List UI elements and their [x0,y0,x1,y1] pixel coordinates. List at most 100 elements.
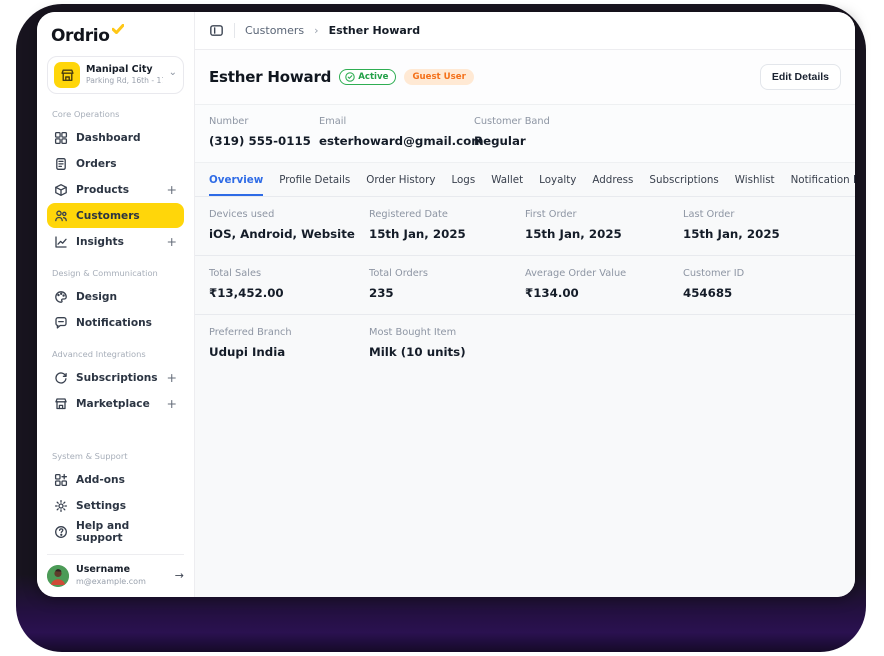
field-value: 454685 [683,286,733,300]
edit-details-button[interactable]: Edit Details [759,64,841,90]
tab-subscriptions[interactable]: Subscriptions [649,174,718,196]
customer-header: Esther Howard Active Guest User Edit Det… [195,50,855,105]
field-label: Devices used [209,209,275,220]
sidebar-item-marketplace[interactable]: Marketplace + [47,391,184,416]
field-label: Total Orders [369,268,428,279]
dark-backdrop: Ordrio Manipal City Parking Rd, 16th - 1… [16,4,866,652]
panel-toggle-icon[interactable] [209,23,224,38]
field-value: Milk (10 units) [369,345,466,359]
sidebar-item-help-and-support[interactable]: Help and support [47,519,184,544]
orders-icon [54,157,68,171]
breadcrumb-current: Esther Howard [328,24,421,37]
overview-details: Devices used iOS, Android, Website Registe… [195,197,855,373]
store-selector[interactable]: Manipal City Parking Rd, 16th - 17th Blo… [47,56,184,94]
field-last-order: Last Order 15th Jan, 2025 [683,209,841,241]
sidebar-item-dashboard[interactable]: Dashboard [47,125,184,150]
field-label: Customer Band [474,116,550,127]
tab-profile-details[interactable]: Profile Details [279,174,350,196]
tab-loyalty[interactable]: Loyalty [539,174,576,196]
sidebar-item-insights[interactable]: Insights + [47,229,184,254]
app-window: Ordrio Manipal City Parking Rd, 16th - 1… [37,12,855,597]
tab-bar: Overview Profile Details Order History Logs… [195,163,855,197]
subscriptions-icon [54,371,68,385]
sidebar-item-products[interactable]: Products + [47,177,184,202]
field-label: First Order [525,209,577,220]
marketplace-icon [54,397,68,411]
field-total-orders: Total Orders 235 [369,268,525,300]
addons-icon [54,473,68,487]
user-profile[interactable]: Username m@example.com → [47,554,184,587]
topbar: Customers › Esther Howard [195,12,855,50]
field-label: Customer ID [683,268,745,279]
help-icon [54,525,68,539]
tab-address[interactable]: Address [592,174,633,196]
arrow-right-icon[interactable]: → [175,569,184,582]
breadcrumb-separator: › [314,24,319,37]
field-value: ₹134.00 [525,286,579,300]
guest-user-badge: Guest User [404,69,474,85]
field-total-sales: Total Sales ₹13,452.00 [209,268,369,300]
insights-icon [54,235,68,249]
field-value: 15th Jan, 2025 [369,227,466,241]
field-label: Most Bought Item [369,327,457,338]
sidebar-item-label: Customers [76,209,140,222]
field-value: esterhoward@gmail.com [319,134,484,148]
field-value: Regular [474,134,526,148]
field-number: Number (319) 555-0115 [209,116,319,148]
sidebar-nav: Core Operations Dashboard Orders Products + C… [47,96,184,545]
field-label: Preferred Branch [209,327,292,338]
tab-notification-history[interactable]: Notification History [791,174,855,196]
section-label: System & Support [52,451,128,462]
field-value: 235 [369,286,394,300]
settings-icon [54,499,68,513]
field-devices-used: Devices used iOS, Android, Website [209,209,369,241]
chevron-down-icon: ⌄ [168,67,177,78]
sidebar-item-label: Products [76,183,130,196]
breadcrumb-customers[interactable]: Customers [245,24,304,37]
field-preferred-branch: Preferred Branch Udupi India [209,327,369,359]
sidebar-item-label: Notifications [76,316,152,329]
sidebar-item-label: Add-ons [76,473,125,486]
topbar-divider [234,23,235,38]
sidebar-item-label: Subscriptions [76,371,158,384]
sidebar-item-notifications[interactable]: Notifications [47,310,184,335]
overview-row-2: Total Sales ₹13,452.00 Total Orders 235 Aver… [195,256,855,315]
sidebar-item-settings[interactable]: Settings [47,493,184,518]
expand-plus-icon[interactable]: + [167,234,177,249]
sidebar-section-system-support: System & Support Add-ons Settings Help and … [47,438,184,545]
customer-name: Esther Howard [209,68,332,86]
sidebar-item-label: Settings [76,499,127,512]
field-label: Number [209,116,249,127]
tab-wallet[interactable]: Wallet [491,174,523,196]
tab-logs[interactable]: Logs [451,174,475,196]
expand-plus-icon[interactable]: + [167,396,177,411]
field-value: Udupi India [209,345,286,359]
field-label: Registered Date [369,209,448,220]
expand-plus-icon[interactable]: + [167,182,177,197]
sidebar-item-design[interactable]: Design [47,284,184,309]
expand-plus-icon[interactable]: + [167,370,177,385]
field-label: Email [319,116,347,127]
sidebar-item-add-ons[interactable]: Add-ons [47,467,184,492]
sidebar-item-label: Help and support [76,519,130,544]
tab-overview[interactable]: Overview [209,174,264,196]
field-registered-date: Registered Date 15th Jan, 2025 [369,209,525,241]
sidebar-item-customers[interactable]: Customers [47,203,184,228]
section-label: Design & Communication [52,268,158,278]
store-name: Manipal City [86,64,153,76]
sidebar-item-label: Orders [76,157,117,170]
user-meta: Username m@example.com [76,564,146,587]
sidebar-item-orders[interactable]: Orders [47,151,184,176]
field-email: Email esterhoward@gmail.com [319,116,484,148]
logo-text: Ordrio [51,26,110,46]
sidebar-item-subscriptions[interactable]: Subscriptions + [47,365,184,390]
field-value: 15th Jan, 2025 [683,227,780,241]
contact-info: Number (319) 555-0115 Email esterhoward@gma… [195,105,855,163]
user-avatar [47,564,69,587]
field-value: 15th Jan, 2025 [525,227,622,241]
sidebar-item-label: Design [76,290,118,303]
main-content: Customers › Esther Howard Esther Howard … [195,12,855,597]
tab-order-history[interactable]: Order History [366,174,435,196]
section-label: Core Operations [52,109,120,119]
tab-wishlist[interactable]: Wishlist [735,174,775,196]
